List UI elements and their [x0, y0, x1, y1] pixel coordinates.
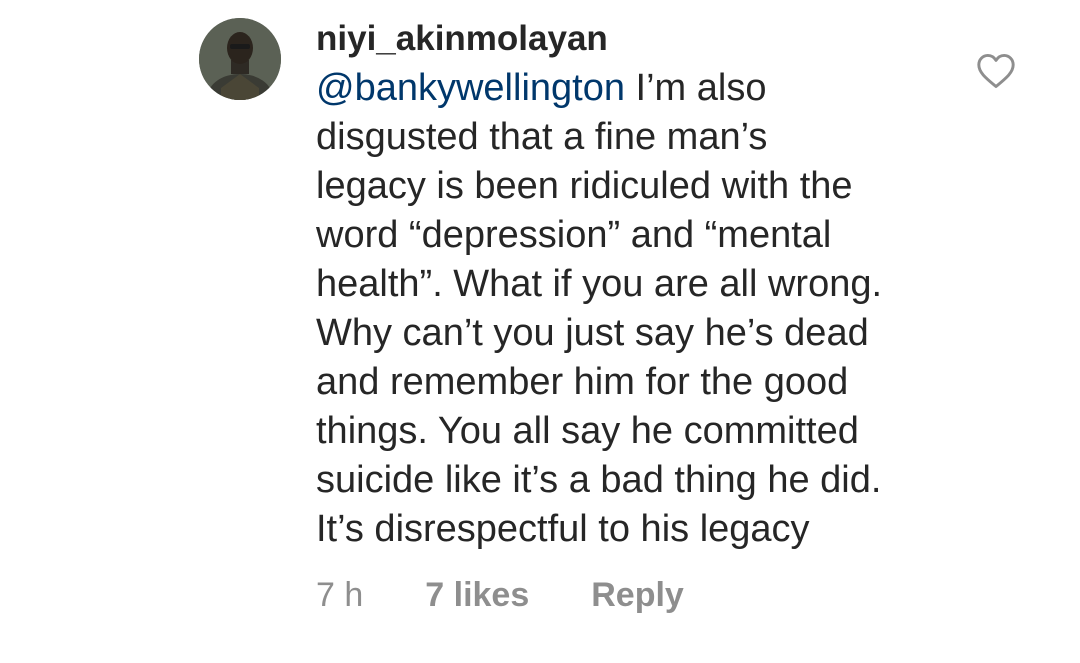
mention-link[interactable]: @bankywellington	[316, 67, 625, 109]
comment-line: health”. What if you are all wrong.	[316, 263, 883, 305]
reply-button[interactable]: Reply	[591, 576, 684, 615]
comment-body: @bankywellington I’m also disgusted that…	[316, 64, 976, 554]
comment-line: It’s disrespectful to his legacy	[316, 508, 810, 550]
likes-count[interactable]: 7 likes	[425, 576, 529, 615]
comment-timestamp: 7 h	[316, 575, 364, 614]
comment-line: disgusted that a fine man’s	[316, 116, 768, 158]
comment: niyi_akinmolayan @bankywellington I’m al…	[316, 14, 976, 554]
comment-line: word “depression” and “mental	[316, 214, 832, 256]
like-button[interactable]	[976, 53, 1016, 89]
comment-text: I’m also	[624, 67, 767, 109]
comment-meta: 7 h 7 likes Reply	[316, 572, 684, 618]
comment-username[interactable]: niyi_akinmolayan	[316, 14, 976, 64]
comment-line: @bankywellington I’m also	[316, 64, 976, 113]
avatar-image	[199, 18, 281, 100]
comment-line: legacy is been ridiculed with the	[316, 165, 853, 207]
comment-line: things. You all say he committed	[316, 410, 859, 452]
comment-line: Why can’t you just say he’s dead	[316, 312, 869, 354]
avatar[interactable]	[199, 18, 281, 100]
comment-line: and remember him for the good	[316, 361, 849, 403]
comment-line: suicide like it’s a bad thing he did.	[316, 459, 882, 501]
heart-icon	[977, 53, 1015, 89]
